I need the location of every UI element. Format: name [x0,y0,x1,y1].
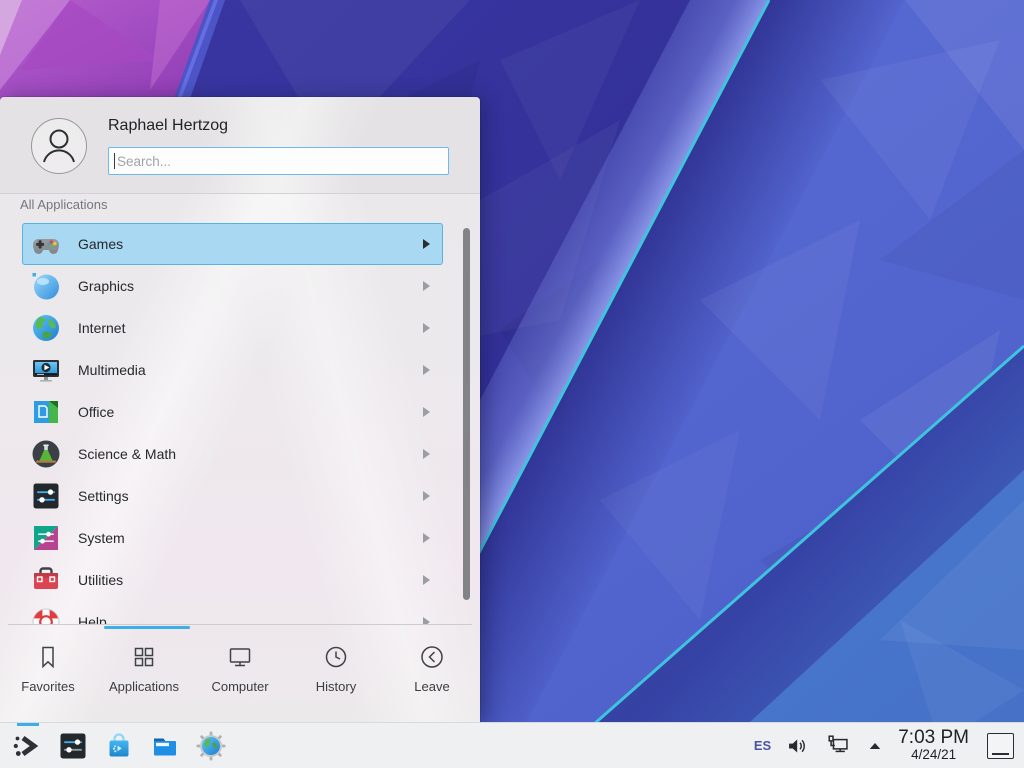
settings-icon [30,480,62,512]
system-settings-button[interactable] [50,723,96,768]
tab-applications[interactable]: Applications [96,625,192,722]
leave-icon [418,643,446,671]
menu-item-label: Science & Math [78,446,176,462]
menu-item-label: Graphics [78,278,134,294]
submenu-arrow-icon [423,281,430,291]
tab-computer[interactable]: Computer [192,625,288,722]
tab-history[interactable]: History [288,625,384,722]
submenu-arrow-icon [423,407,430,417]
discover-icon [103,730,135,762]
menu-item-internet[interactable]: Internet [22,307,443,349]
menu-item-office[interactable]: Office [22,391,443,433]
menu-item-utilities[interactable]: Utilities [22,559,443,601]
show-desktop-widget[interactable] [987,733,1014,759]
menu-item-help[interactable]: Help [22,601,443,624]
menu-item-label: Utilities [78,572,123,588]
keyboard-layout-indicator[interactable]: ES [754,738,771,753]
tab-label: Favorites [21,679,74,694]
user-name: Raphael Hertzog [108,117,228,135]
menu-item-games[interactable]: Games [22,223,443,265]
globe-gear-icon [195,730,227,762]
menu-item-multimedia[interactable]: Multimedia [22,349,443,391]
computer-icon [226,643,254,671]
menu-item-label: Multimedia [78,362,146,378]
science-math-icon [30,438,62,470]
menu-item-label: Internet [78,320,125,336]
volume-icon[interactable] [785,733,811,759]
tab-label: Applications [109,679,179,694]
menu-item-label: Settings [78,488,129,504]
file-manager-button[interactable] [142,723,188,768]
category-list: Games Graphics [0,223,480,624]
system-tray: ES 7:03 PM 4/24/21 [754,728,1024,763]
tab-label: History [316,679,356,694]
file-manager-icon [149,730,181,762]
menu-item-graphics[interactable]: Graphics [22,265,443,307]
submenu-arrow-icon [423,365,430,375]
menu-item-label: System [78,530,125,546]
web-globe-button[interactable] [188,723,234,768]
app-launcher-icon [11,730,43,762]
taskbar-launchers [0,723,234,768]
utilities-icon [30,564,62,596]
games-icon [30,228,62,260]
history-clock-icon [322,643,350,671]
applications-grid-icon [130,643,158,671]
tab-label: Computer [211,679,268,694]
submenu-arrow-icon [423,533,430,543]
expand-tray-arrow-icon[interactable] [866,737,884,755]
menu-item-label: Office [78,404,114,420]
discover-button[interactable] [96,723,142,768]
list-scrollbar[interactable] [463,228,470,600]
desktop: Raphael Hertzog All Applications Games [0,0,1024,768]
menu-item-settings[interactable]: Settings [22,475,443,517]
clock-date: 4/24/21 [898,748,969,763]
submenu-arrow-icon [423,449,430,459]
menu-item-label: Games [78,236,123,252]
search-input[interactable] [108,147,449,175]
tab-favorites[interactable]: Favorites [0,625,96,722]
menu-item-label: Help [78,614,107,624]
taskbar-panel: ES 7:03 PM 4/24/21 [0,722,1024,768]
launcher-header: Raphael Hertzog [0,97,480,194]
system-settings-icon [57,730,89,762]
multimedia-icon [30,354,62,386]
user-icon [32,119,86,173]
app-launcher-button[interactable] [4,723,50,768]
menu-item-system[interactable]: System [22,517,443,559]
office-icon [30,396,62,428]
user-avatar[interactable] [31,118,87,174]
submenu-arrow-icon [423,575,430,585]
system-icon [30,522,62,554]
application-launcher-menu: Raphael Hertzog All Applications Games [0,97,480,722]
section-label: All Applications [20,197,107,212]
tab-leave[interactable]: Leave [384,625,480,722]
submenu-arrow-icon [423,491,430,501]
graphics-icon [30,270,62,302]
digital-clock[interactable]: 7:03 PM 4/24/21 [898,728,969,763]
clock-time: 7:03 PM [898,728,969,749]
network-icon[interactable] [825,732,852,759]
submenu-arrow-icon [423,323,430,333]
submenu-arrow-icon [423,239,430,249]
tab-label: Leave [414,679,449,694]
help-icon [30,606,62,624]
menu-item-science-math[interactable]: Science & Math [22,433,443,475]
launcher-tabbar: Favorites Applications C [0,625,480,722]
favorites-icon [34,643,62,671]
text-caret [114,153,115,169]
submenu-arrow-icon [423,617,430,624]
internet-icon [30,312,62,344]
